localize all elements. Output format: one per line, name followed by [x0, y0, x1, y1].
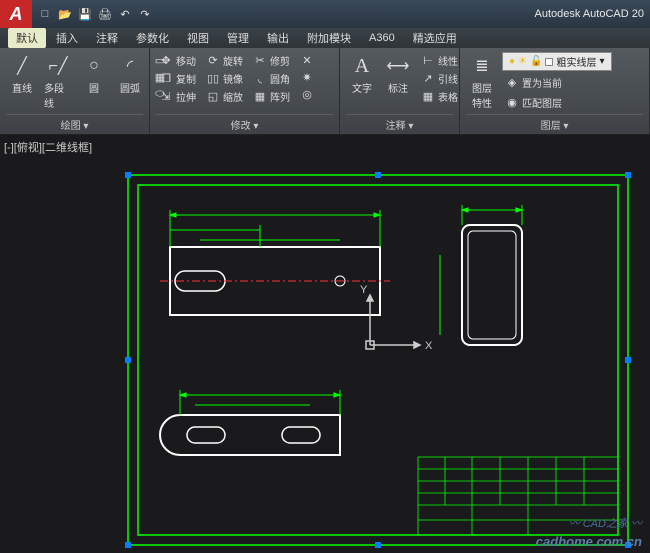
- modify-flyout-1[interactable]: ✕: [297, 52, 317, 68]
- leader-button[interactable]: ↗引线: [418, 70, 461, 87]
- offset-icon: ◎: [300, 87, 314, 101]
- stretch-button[interactable]: ⇲拉伸: [156, 88, 199, 105]
- panel-layer: ≣图层 特性 ● ☀ 🔓 粗实线层 ▾ ◈置为当前 ◉匹配图层 图层 ▾: [460, 48, 650, 134]
- panel-modify: ✥移动 ❐复制 ⇲拉伸 ⟳旋转 ▯▯镜像 ◱缩放 ✂修剪 ◟圆角 ▦阵列 ✕ ✷…: [150, 48, 340, 134]
- app-logo[interactable]: A: [0, 0, 32, 28]
- tab-output[interactable]: 输出: [259, 28, 297, 48]
- line-button[interactable]: ╱直线: [6, 52, 38, 112]
- fillet-button[interactable]: ◟圆角: [250, 70, 293, 87]
- polyline-button[interactable]: ⌐╱多段线: [42, 52, 74, 112]
- erase-icon: ✕: [300, 53, 314, 67]
- ucs-y-label: Y: [360, 284, 368, 296]
- stretch-icon: ⇲: [159, 90, 173, 104]
- panel-annotation: A文字 ⟷标注 ⊢线性 ↗引线 ▦表格 注释 ▾: [340, 48, 460, 134]
- text-icon: A: [350, 54, 374, 78]
- table-icon: ▦: [421, 90, 435, 104]
- circle-button[interactable]: ○圆: [78, 52, 110, 112]
- scale-button[interactable]: ◱缩放: [203, 88, 246, 105]
- match-layer-button[interactable]: ◉匹配图层: [502, 94, 565, 111]
- tab-a360[interactable]: A360: [361, 30, 403, 46]
- window-title: Autodesk AutoCAD 20: [535, 8, 650, 20]
- drawing-canvas[interactable]: [-][俯视][二维线框]: [0, 135, 650, 553]
- drawing-content: X Y: [0, 135, 650, 553]
- rotate-icon: ⟳: [206, 54, 220, 68]
- text-button[interactable]: A文字: [346, 52, 378, 112]
- layer-dropdown[interactable]: ● ☀ 🔓 粗实线层 ▾: [502, 52, 612, 71]
- match-icon: ◉: [505, 96, 519, 110]
- polyline-icon: ⌐╱: [46, 54, 70, 78]
- linear-icon: ⊢: [421, 54, 435, 68]
- dimension-icon: ⟷: [386, 54, 410, 78]
- trim-icon: ✂: [253, 54, 267, 68]
- copy-button[interactable]: ❐复制: [156, 70, 199, 87]
- sun-icon: ☀: [518, 56, 527, 67]
- mirror-icon: ▯▯: [206, 72, 220, 86]
- panel-draw-title[interactable]: 绘图 ▾: [6, 114, 143, 132]
- tab-addons[interactable]: 附加模块: [299, 28, 359, 48]
- qat-open-icon[interactable]: 📂: [56, 5, 74, 23]
- make-current-button[interactable]: ◈置为当前: [502, 74, 565, 91]
- quick-access-toolbar: □ 📂 💾 🖨 ↶ ↷: [32, 5, 158, 23]
- tab-parametric[interactable]: 参数化: [128, 28, 177, 48]
- tab-default[interactable]: 默认: [8, 28, 46, 48]
- watermark-brand: 〰 CAD之家 〰: [569, 515, 642, 531]
- layer-color-swatch: [545, 58, 553, 66]
- scale-icon: ◱: [206, 90, 220, 104]
- lock-icon: 🔓: [530, 56, 542, 67]
- linear-dim-button[interactable]: ⊢线性: [418, 52, 461, 69]
- table-button[interactable]: ▦表格: [418, 88, 461, 105]
- copy-icon: ❐: [159, 72, 173, 86]
- watermark-url: cadhome.com.cn: [536, 534, 642, 549]
- panel-layer-title[interactable]: 图层 ▾: [466, 114, 643, 132]
- qat-print-icon[interactable]: 🖨: [96, 5, 114, 23]
- arc-icon: ◜: [118, 54, 142, 78]
- ribbon-tabs: 默认 插入 注释 参数化 视图 管理 输出 附加模块 A360 精选应用: [0, 28, 650, 48]
- tab-annotate[interactable]: 注释: [88, 28, 126, 48]
- ribbon: ╱直线 ⌐╱多段线 ○圆 ◜圆弧 ▭ ▦ ⬭ 绘图 ▾ ✥移动 ❐复制 ⇲拉伸 …: [0, 48, 650, 135]
- qat-save-icon[interactable]: 💾: [76, 5, 94, 23]
- trim-button[interactable]: ✂修剪: [250, 52, 293, 69]
- titlebar: A □ 📂 💾 🖨 ↶ ↷ Autodesk AutoCAD 20: [0, 0, 650, 28]
- tab-insert[interactable]: 插入: [48, 28, 86, 48]
- lightbulb-icon: ●: [509, 56, 515, 67]
- arc-button[interactable]: ◜圆弧: [114, 52, 146, 112]
- tab-manage[interactable]: 管理: [219, 28, 257, 48]
- modify-flyout-2[interactable]: ✷: [297, 69, 317, 85]
- line-icon: ╱: [10, 54, 34, 78]
- fillet-icon: ◟: [253, 72, 267, 86]
- array-icon: ▦: [253, 90, 267, 104]
- layer-props-icon: ≣: [470, 54, 494, 78]
- panel-modify-title[interactable]: 修改 ▾: [156, 114, 333, 132]
- ucs-x-label: X: [425, 340, 433, 352]
- qat-redo-icon[interactable]: ↷: [136, 5, 154, 23]
- leader-icon: ↗: [421, 72, 435, 86]
- circle-icon: ○: [82, 54, 106, 78]
- modify-flyout-3[interactable]: ◎: [297, 86, 317, 102]
- explode-icon: ✷: [300, 70, 314, 84]
- tab-featured[interactable]: 精选应用: [405, 28, 465, 48]
- move-icon: ✥: [159, 54, 173, 68]
- qat-undo-icon[interactable]: ↶: [116, 5, 134, 23]
- dim-button[interactable]: ⟷标注: [382, 52, 414, 112]
- panel-draw: ╱直线 ⌐╱多段线 ○圆 ◜圆弧 ▭ ▦ ⬭ 绘图 ▾: [0, 48, 150, 134]
- move-button[interactable]: ✥移动: [156, 52, 199, 69]
- qat-new-icon[interactable]: □: [36, 5, 54, 23]
- mirror-button[interactable]: ▯▯镜像: [203, 70, 246, 87]
- make-current-icon: ◈: [505, 76, 519, 90]
- array-button[interactable]: ▦阵列: [250, 88, 293, 105]
- layer-props-button[interactable]: ≣图层 特性: [466, 52, 498, 112]
- panel-annot-title[interactable]: 注释 ▾: [346, 114, 453, 132]
- chevron-down-icon: ▾: [599, 56, 604, 67]
- rotate-button[interactable]: ⟳旋转: [203, 52, 246, 69]
- tab-view[interactable]: 视图: [179, 28, 217, 48]
